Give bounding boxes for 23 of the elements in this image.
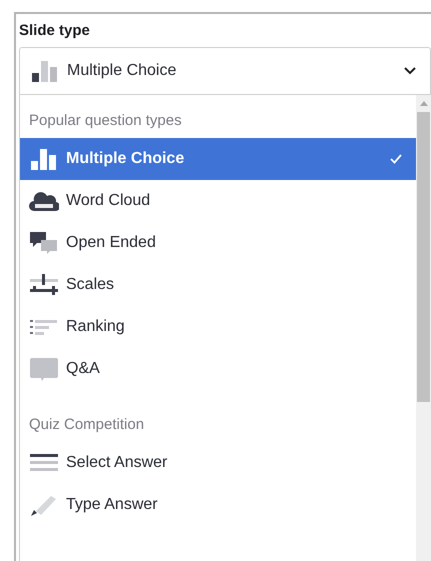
chevron-down-icon [404,67,416,75]
group-header: Quiz Competition [28,415,146,436]
scroll-up-icon [420,101,428,106]
option-item[interactable]: Scales [20,264,416,306]
option-item[interactable]: Multiple Choice [20,138,416,180]
speech-bubble-icon [29,357,59,381]
option-item[interactable]: Type Answer [20,484,416,526]
cloud-icon [29,189,59,213]
scrollbar[interactable] [416,95,431,561]
option-item[interactable]: Select Answer [20,442,416,484]
bar-chart-icon [29,147,59,171]
field-label: Slide type [19,21,91,41]
option-item[interactable]: Ranking [20,306,416,348]
type-select[interactable]: Multiple Choice [19,47,431,95]
option-item[interactable]: Open Ended [20,222,416,264]
bar-chart-icon [30,59,60,83]
speech-bubbles-icon [29,231,59,255]
option-item[interactable]: Word Cloud [20,180,416,222]
group-header: Popular question types [28,111,183,132]
option-item[interactable]: Q&A [20,348,416,390]
check-icon [390,154,402,164]
sliders-icon [29,273,59,297]
pencil-icon [29,493,59,517]
